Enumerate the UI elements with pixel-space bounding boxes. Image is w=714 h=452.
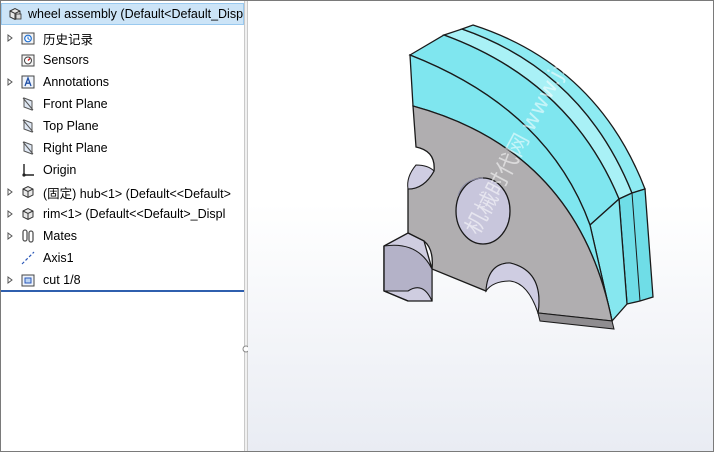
expand-arrow-icon[interactable]: [1, 203, 19, 225]
tree-item-right-plane[interactable]: Right Plane: [1, 137, 244, 159]
tree-item-label: Origin: [43, 163, 77, 177]
graphics-area[interactable]: 机械时代网 www.jxage.com: [248, 1, 713, 451]
wheel-segment-model[interactable]: 机械时代网 www.jxage.com: [248, 1, 713, 451]
plane-icon: [19, 95, 37, 113]
part-icon: [19, 183, 37, 201]
tree-item-mates[interactable]: Mates: [1, 225, 244, 247]
solidworks-window: wheel assembly (Default<Default_Disp 历史记…: [0, 0, 714, 452]
tree-item-history[interactable]: 历史记录: [1, 27, 244, 49]
tree-item-label: (固定) hub<1> (Default<<Default>: [43, 186, 231, 201]
tree-item-label: Axis1: [43, 251, 74, 265]
tree-item-annotations[interactable]: Annotations: [1, 71, 244, 93]
feature-manager-tree: wheel assembly (Default<Default_Disp 历史记…: [1, 1, 244, 451]
tree-item-top-plane[interactable]: Top Plane: [1, 115, 244, 137]
tree-item-label: Mates: [43, 229, 78, 243]
tree-item-label: Top Plane: [43, 119, 99, 133]
tree-item-axis1[interactable]: Axis1: [1, 247, 244, 269]
expand-arrow-icon[interactable]: [1, 269, 19, 291]
part-icon: [19, 205, 37, 223]
history-icon: [19, 29, 37, 47]
tree-item-label: Annotations: [43, 75, 110, 89]
tree-item-rim[interactable]: rim<1> (Default<<Default>_Displ: [1, 203, 244, 225]
tree-root-label: wheel assembly (Default<Default_Disp: [28, 7, 244, 21]
tree-item-front-plane[interactable]: Front Plane: [1, 93, 244, 115]
plane-icon: [19, 117, 37, 135]
tree-end-divider: [1, 290, 244, 292]
expand-arrow-icon[interactable]: [1, 225, 19, 247]
tree-item-sensors[interactable]: Sensors: [1, 49, 244, 71]
tree-item-label: 历史记录: [43, 32, 94, 47]
tree-item-origin[interactable]: Origin: [1, 159, 244, 181]
cut-feature-icon: [19, 271, 37, 289]
annotations-icon: [19, 73, 37, 91]
expand-arrow-icon[interactable]: [1, 181, 19, 203]
tree-item-label: Right Plane: [43, 141, 108, 155]
expand-arrow-icon[interactable]: [1, 71, 19, 93]
axis-icon: [19, 249, 37, 267]
tree-item-label: Sensors: [43, 53, 89, 67]
tree-item-label: rim<1> (Default<<Default>_Displ: [43, 207, 226, 221]
tree-item-cut[interactable]: cut 1/8: [1, 269, 244, 291]
assembly-icon: [6, 5, 24, 23]
tree-item-label: Front Plane: [43, 97, 108, 111]
tree-item-label: cut 1/8: [43, 273, 81, 287]
mates-icon: [19, 227, 37, 245]
sensors-icon: [19, 51, 37, 69]
expand-arrow-icon[interactable]: [1, 27, 19, 49]
origin-icon: [19, 161, 37, 179]
plane-icon: [19, 139, 37, 157]
tree-root-assembly[interactable]: wheel assembly (Default<Default_Disp: [1, 3, 244, 25]
tree-items: 历史记录 Sensors Annotations Front Plane Top…: [1, 27, 244, 291]
tree-item-hub[interactable]: (固定) hub<1> (Default<<Default>: [1, 181, 244, 203]
